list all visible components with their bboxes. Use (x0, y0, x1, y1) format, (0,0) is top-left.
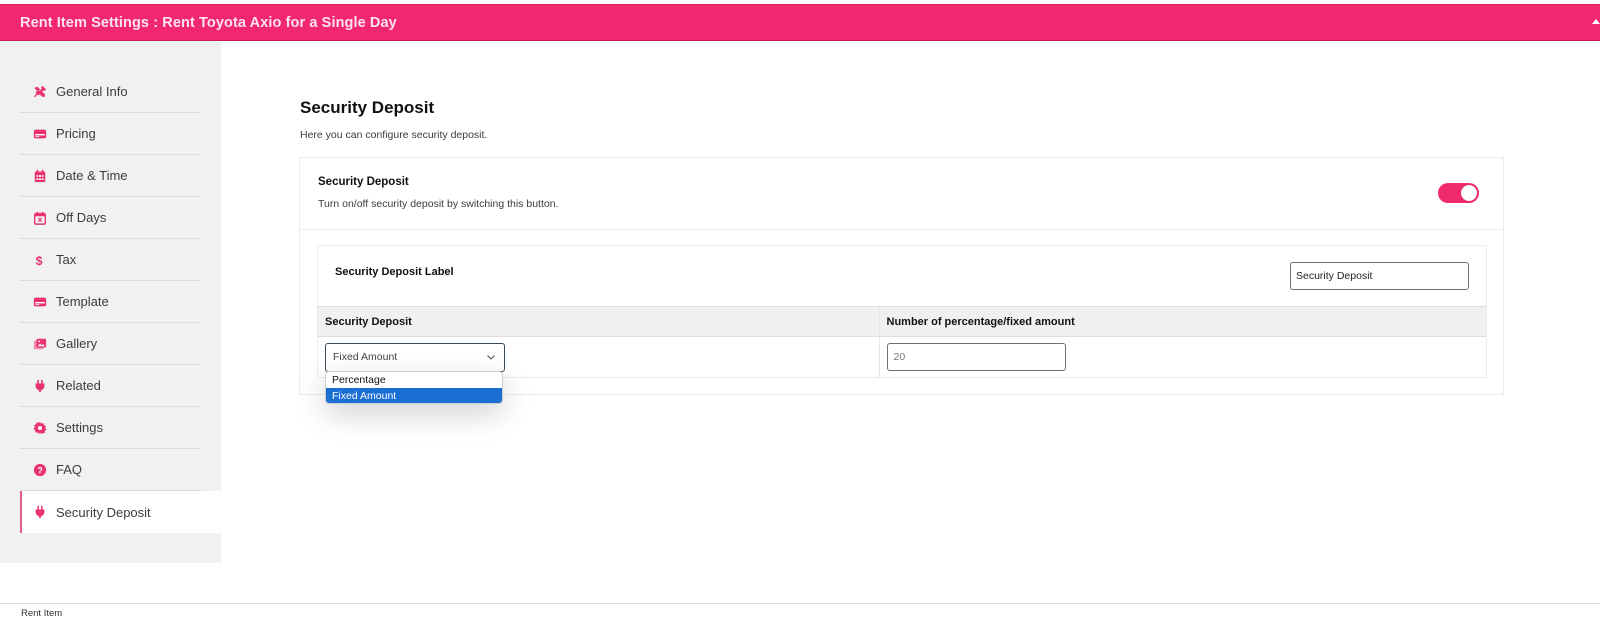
sidebar-item-template[interactable]: Template (20, 281, 201, 323)
column-header: Security Deposit (318, 306, 880, 337)
toggle-title: Security Deposit (318, 176, 409, 188)
calendar-x-icon (32, 210, 48, 226)
sidebar-item-label: FAQ (56, 462, 83, 477)
toggle-knob (1461, 185, 1477, 201)
label-row: Security Deposit Label (318, 246, 1486, 307)
card-icon (32, 294, 48, 310)
security-deposit-toggle[interactable] (1438, 183, 1479, 203)
sidebar-item-related[interactable]: Related (20, 365, 201, 407)
sidebar-item-general-info[interactable]: General Info (20, 71, 201, 113)
sidebar-item-tax[interactable]: $ Tax (20, 239, 201, 281)
sidebar-item-label: Template (56, 294, 109, 309)
section-description: Here you can configure security deposit. (300, 129, 488, 141)
sidebar-item-label: Security Deposit (56, 504, 151, 520)
triangle-up-icon[interactable] (1592, 19, 1600, 24)
images-icon (32, 336, 48, 352)
toggle-row: Security Deposit Turn on/off security de… (300, 158, 1503, 230)
deposit-settings-panel: Security Deposit Label Security Deposit … (317, 245, 1487, 378)
dollar-icon: $ (32, 252, 48, 268)
deposit-table: Security Deposit Number of percentage/fi… (318, 306, 1486, 378)
sidebar-item-security-deposit[interactable]: Security Deposit (20, 491, 221, 533)
sidebar-item-label: Related (56, 378, 101, 393)
plug-icon (32, 378, 48, 394)
svg-text:?: ? (37, 465, 42, 475)
settings-nav: General Info Pricing Date & Time Off Day… (20, 71, 221, 533)
deposit-type-value: Fixed Amount (333, 351, 398, 364)
sidebar-item-gallery[interactable]: Gallery (20, 323, 201, 365)
deposit-type-dropdown: Percentage Fixed Amount (325, 371, 503, 404)
question-icon: ? (32, 462, 48, 478)
footer-divider (0, 603, 1600, 604)
settings-content: Security Deposit Here you can configure … (221, 41, 1600, 563)
sidebar-item-faq[interactable]: ? FAQ (20, 449, 201, 491)
sidebar-item-label: Tax (56, 252, 77, 267)
column-header: Number of percentage/fixed amount (879, 306, 1486, 337)
dropdown-option-fixed-amount[interactable]: Fixed Amount (326, 388, 502, 403)
plug-icon (32, 504, 48, 520)
security-deposit-card: Security Deposit Turn on/off security de… (299, 157, 1504, 395)
section-title: Security Deposit (300, 98, 435, 117)
sidebar-item-label: Settings (56, 420, 103, 435)
sidebar-item-label: Date & Time (56, 168, 128, 183)
sidebar-item-label: Off Days (56, 210, 107, 225)
sidebar-item-date-time[interactable]: Date & Time (20, 155, 201, 197)
sidebar-item-pricing[interactable]: Pricing (20, 113, 201, 155)
sidebar-item-settings[interactable]: Settings (20, 407, 201, 449)
dropdown-option-percentage[interactable]: Percentage (326, 372, 502, 388)
settings-sidebar: General Info Pricing Date & Time Off Day… (0, 41, 221, 563)
deposit-amount-input[interactable] (886, 343, 1066, 372)
chevron-down-icon (486, 352, 496, 364)
deposit-type-select[interactable]: Fixed Amount (325, 342, 505, 372)
gear-icon (32, 420, 48, 436)
toggle-description: Turn on/off security deposit by switchin… (318, 198, 559, 210)
sidebar-item-off-days[interactable]: Off Days (20, 197, 201, 239)
sidebar-item-label: Gallery (56, 336, 98, 351)
footer-label: Rent Item (21, 608, 63, 619)
sidebar-item-label: Pricing (56, 126, 96, 141)
deposit-label-caption: Security Deposit Label (335, 266, 454, 278)
card-icon (32, 126, 48, 142)
calendar-icon (32, 168, 48, 184)
page-title: Rent Item Settings : Rent Toyota Axio fo… (20, 14, 397, 31)
deposit-label-input[interactable] (1290, 262, 1469, 290)
sidebar-item-label: General Info (56, 84, 128, 99)
svg-text:$: $ (36, 253, 43, 266)
settings-header-bar: Rent Item Settings : Rent Toyota Axio fo… (0, 4, 1600, 41)
tools-icon (32, 84, 48, 100)
